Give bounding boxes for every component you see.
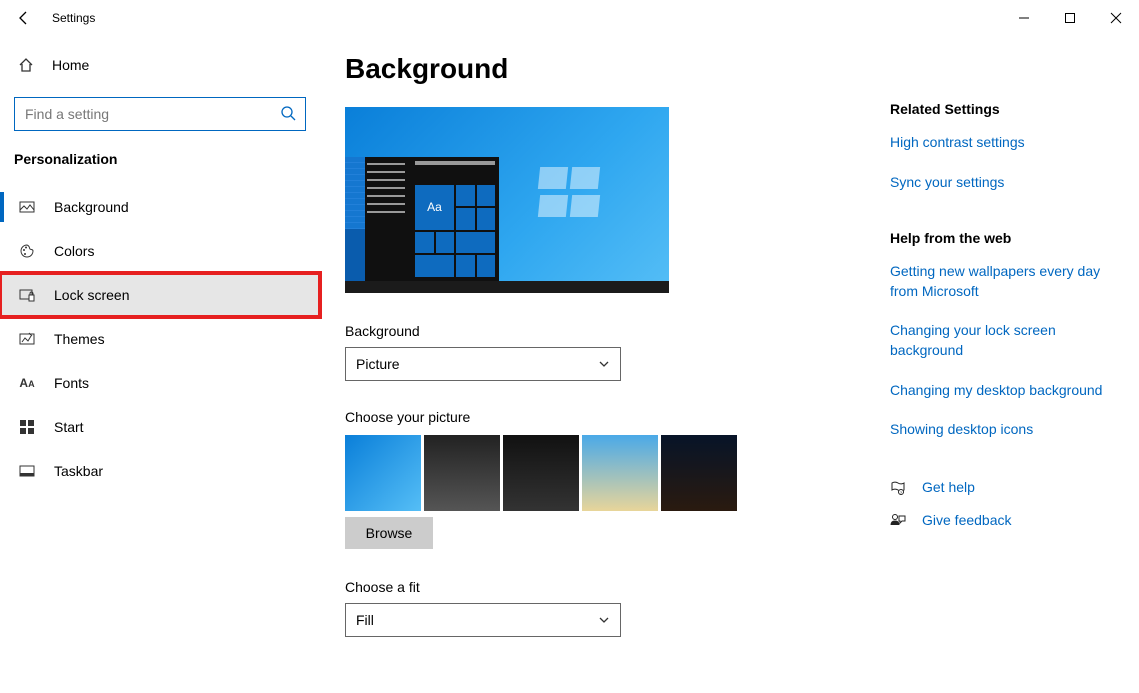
sidebar-item-start[interactable]: Start xyxy=(0,405,320,449)
sidebar-item-fonts[interactable]: AA Fonts xyxy=(0,361,320,405)
picture-thumb[interactable] xyxy=(503,435,579,511)
section-label: Personalization xyxy=(0,145,320,185)
choose-picture-label: Choose your picture xyxy=(345,409,840,425)
sidebar-item-label: Lock screen xyxy=(54,287,129,303)
titlebar: Settings xyxy=(0,0,1139,35)
fit-select[interactable]: Fill xyxy=(345,603,621,637)
lock-screen-icon xyxy=(18,287,36,303)
link-desktop-icons[interactable]: Showing desktop icons xyxy=(890,420,1109,440)
link-get-help[interactable]: Get help xyxy=(922,478,975,498)
taskbar-icon xyxy=(18,463,36,479)
close-button[interactable] xyxy=(1093,2,1139,34)
picture-thumb[interactable] xyxy=(345,435,421,511)
select-value: Picture xyxy=(356,356,400,372)
sidebar-item-colors[interactable]: Colors xyxy=(0,229,320,273)
feedback-icon xyxy=(890,513,908,529)
home-icon xyxy=(18,57,34,73)
picture-thumbnails xyxy=(345,435,840,511)
back-button[interactable] xyxy=(0,0,48,35)
preview-sample-text: Aa xyxy=(415,185,454,230)
browse-button[interactable]: Browse xyxy=(345,517,433,549)
get-help-icon: ? xyxy=(890,480,908,496)
home-label: Home xyxy=(52,57,89,73)
link-high-contrast[interactable]: High contrast settings xyxy=(890,133,1109,153)
sidebar-item-label: Taskbar xyxy=(54,463,103,479)
chevron-down-icon xyxy=(598,358,610,370)
sidebar-item-label: Colors xyxy=(54,243,94,259)
link-feedback[interactable]: Give feedback xyxy=(922,511,1012,531)
background-type-select[interactable]: Picture xyxy=(345,347,621,381)
sidebar: Home Personalization Background Colors L… xyxy=(0,35,320,693)
fit-select-label: Choose a fit xyxy=(345,579,840,595)
picture-thumb[interactable] xyxy=(582,435,658,511)
search-icon xyxy=(280,105,296,121)
link-lockscreen-bg[interactable]: Changing your lock screen background xyxy=(890,321,1109,360)
sidebar-item-label: Start xyxy=(54,419,84,435)
main-content: Background Aa Background xyxy=(320,35,1139,693)
sidebar-item-label: Fonts xyxy=(54,375,89,391)
fonts-icon: AA xyxy=(18,376,36,390)
sidebar-item-background[interactable]: Background xyxy=(0,185,320,229)
sidebar-item-taskbar[interactable]: Taskbar xyxy=(0,449,320,493)
background-preview: Aa xyxy=(345,107,669,293)
chevron-down-icon xyxy=(598,614,610,626)
help-from-web-heading: Help from the web xyxy=(890,230,1109,246)
sidebar-item-themes[interactable]: Themes xyxy=(0,317,320,361)
maximize-button[interactable] xyxy=(1047,2,1093,34)
related-settings-heading: Related Settings xyxy=(890,101,1109,117)
sidebar-item-label: Background xyxy=(54,199,129,215)
minimize-button[interactable] xyxy=(1001,2,1047,34)
picture-thumb[interactable] xyxy=(424,435,500,511)
home-link[interactable]: Home xyxy=(0,45,320,85)
window-title: Settings xyxy=(52,11,95,25)
start-icon xyxy=(18,420,36,434)
bg-select-label: Background xyxy=(345,323,840,339)
link-wallpapers[interactable]: Getting new wallpapers every day from Mi… xyxy=(890,262,1109,301)
picture-thumb[interactable] xyxy=(661,435,737,511)
link-sync-settings[interactable]: Sync your settings xyxy=(890,173,1109,193)
right-panel: Related Settings High contrast settings … xyxy=(840,53,1139,693)
sidebar-item-label: Themes xyxy=(54,331,105,347)
palette-icon xyxy=(18,243,36,259)
page-title: Background xyxy=(345,53,840,85)
search-input[interactable] xyxy=(14,97,306,131)
link-desktop-bg[interactable]: Changing my desktop background xyxy=(890,381,1109,401)
picture-icon xyxy=(18,199,36,215)
themes-icon xyxy=(18,331,36,347)
sidebar-item-lock-screen[interactable]: Lock screen xyxy=(0,273,320,317)
select-value: Fill xyxy=(356,612,374,628)
